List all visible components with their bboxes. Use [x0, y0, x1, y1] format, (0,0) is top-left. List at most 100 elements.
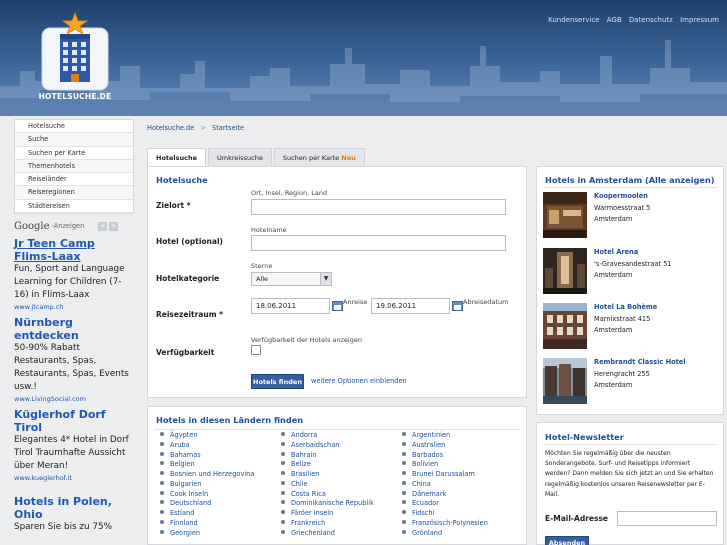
top-link-datenschutz[interactable]: Datenschutz	[629, 16, 673, 24]
country-link[interactable]: Französisch-Polynesien	[402, 519, 488, 529]
hotel-item: Koopermoolen Warmoesstraat 5 Amsterdam	[543, 192, 719, 240]
sidebar-item-suchen-per-karte[interactable]: Suchen per Karte	[15, 146, 133, 160]
email-label: E-Mail-Adresse	[545, 514, 608, 523]
country-link[interactable]: Bahrain	[281, 451, 374, 461]
ads-prev-arrow-icon[interactable]: <	[98, 221, 108, 231]
ad-title[interactable]: Küglerhof Dorf Tirol	[14, 408, 134, 434]
stars-select[interactable]: Alle ▼	[251, 272, 332, 286]
hotel-photo[interactable]	[543, 192, 587, 238]
country-link[interactable]: China	[402, 480, 488, 490]
country-link[interactable]: Estland	[160, 509, 254, 519]
sidebar-item-hotelsuche[interactable]: Hotelsuche	[15, 120, 133, 134]
country-link[interactable]: Bulgarien	[160, 480, 254, 490]
hotel-city: Amsterdam	[594, 381, 633, 389]
arrival-date-input[interactable]: 18.06.2011	[251, 298, 330, 314]
top-link-kundenservice[interactable]: Kundenservice	[548, 16, 599, 24]
country-link[interactable]: Argentinien	[402, 431, 488, 441]
amsterdam-hotels-title[interactable]: Hotels in Amsterdam (Alle anzeigen)	[545, 175, 715, 185]
tab-suchen-per-karte[interactable]: Suchen per Karte Neu	[273, 148, 365, 167]
stars-hint: Sterne	[251, 262, 273, 270]
email-field[interactable]	[617, 511, 717, 526]
hotel-name-hint: Hotelname	[251, 226, 287, 234]
category-label: Hotelkategorie	[156, 274, 220, 283]
breadcrumb-current[interactable]: Startseite	[212, 124, 244, 132]
country-list-title: Hotels in diesen Ländern finden	[156, 415, 304, 425]
country-link[interactable]: Aruba	[160, 441, 254, 451]
ad-url[interactable]: www.kueglerhof.it	[14, 474, 134, 482]
country-link[interactable]: Fidschi	[402, 509, 488, 519]
country-link[interactable]: Bahamas	[160, 451, 254, 461]
find-hotels-button[interactable]: Hotels finden	[251, 374, 304, 389]
ad-text: 50-90% Rabatt Restaurants, Spas, Restaur…	[14, 343, 129, 393]
country-link[interactable]: Dänemark	[402, 490, 488, 500]
site-header: Kundenservice AGB Datenschutz Impressum …	[0, 0, 727, 116]
hotel-name[interactable]: Koopermoolen	[594, 192, 648, 200]
destination-input[interactable]	[251, 199, 506, 215]
hotel-photo[interactable]	[543, 248, 587, 294]
country-link[interactable]: Bolivien	[402, 460, 488, 470]
country-link[interactable]: Ecuador	[402, 499, 488, 509]
ad-title[interactable]: Jr Teen Camp Flims-Laax	[14, 237, 134, 263]
top-link-agb[interactable]: AGB	[607, 16, 622, 24]
country-link[interactable]: Frankreich	[281, 519, 374, 529]
sidebar-item-themenhotels[interactable]: Themenhotels	[15, 159, 133, 174]
country-link[interactable]: Georgien	[160, 529, 254, 539]
ad-title[interactable]: Hotels in Polen, Ohio	[14, 495, 134, 521]
country-link[interactable]: Grönland	[402, 529, 488, 539]
country-link[interactable]: Brunei Darussalam	[402, 470, 488, 480]
more-options-link[interactable]: weitere Optionen einblenden	[311, 377, 407, 385]
sidebar-item-staedtereisen[interactable]: Städtereisen	[15, 199, 133, 214]
country-link[interactable]: Belgien	[160, 460, 254, 470]
country-column: Ägypten Aruba Bahamas Belgien Bosnien und He…	[160, 431, 254, 538]
arrival-label: Anreise	[343, 298, 368, 306]
country-link[interactable]: Bosnien und Herzegovina	[160, 470, 254, 480]
new-badge: Neu	[341, 154, 356, 162]
country-link[interactable]: Griechenland	[281, 529, 374, 539]
country-link[interactable]: Aserbaidschan	[281, 441, 374, 451]
calendar-icon[interactable]	[452, 301, 463, 311]
country-column: Argentinien Australien Barbados Bolivien Bru…	[402, 431, 488, 538]
newsletter-submit-button[interactable]: Absenden	[545, 536, 589, 545]
tab-hotelsuche[interactable]: Hotelsuche	[147, 148, 207, 168]
country-link[interactable]: Costa Rica	[281, 490, 374, 500]
hotel-photo[interactable]	[543, 358, 587, 404]
ad-url[interactable]: www.LivingSocial.com	[14, 395, 134, 403]
departure-date-input[interactable]: 19.06.2011	[371, 298, 450, 314]
ads-next-arrow-icon[interactable]: >	[109, 221, 119, 231]
ad-url[interactable]: www.jtcamp.ch	[14, 303, 134, 311]
hotel-name[interactable]: Hotel La Bohème	[594, 303, 657, 311]
country-link[interactable]: Cook Inseln	[160, 490, 254, 500]
newsletter-title: Hotel-Newsletter	[545, 432, 624, 442]
country-link[interactable]: Ägypten	[160, 431, 254, 441]
hotel-street: Herengracht 255	[594, 370, 650, 378]
hotel-name-input[interactable]	[251, 235, 506, 251]
country-link[interactable]: Barbados	[402, 451, 488, 461]
ad-item: Hotels in Polen, Ohio Sparen Sie bis zu …	[14, 495, 134, 534]
newsletter-box: Hotel-Newsletter Möchten Sie regelmäßig …	[536, 422, 724, 545]
country-link[interactable]: Brasilien	[281, 470, 374, 480]
ad-title[interactable]: Nürnberg entdecken	[14, 316, 134, 342]
sidebar-item-suche[interactable]: Suche	[15, 133, 133, 147]
country-link[interactable]: Färöer Inseln	[281, 509, 374, 519]
tab-umkreissuche[interactable]: Umkreissuche	[208, 148, 272, 167]
chevron-down-icon: ▼	[320, 273, 331, 285]
hotel-name[interactable]: Hotel Arena	[594, 248, 638, 256]
hotel-city: Amsterdam	[594, 326, 633, 334]
calendar-icon[interactable]	[332, 301, 343, 311]
country-link[interactable]: Finnland	[160, 519, 254, 529]
country-link[interactable]: Australien	[402, 441, 488, 451]
country-link[interactable]: Andorra	[281, 431, 374, 441]
breadcrumb-home-link[interactable]: Hotelsuche.de	[147, 124, 194, 132]
country-link[interactable]: Deutschland	[160, 499, 254, 509]
country-link[interactable]: Dominikanische Republik	[281, 499, 374, 509]
country-link[interactable]: Belize	[281, 460, 374, 470]
sidebar-item-reiselaender[interactable]: Reiseländer	[15, 173, 133, 187]
breadcrumb-separator: >	[200, 124, 206, 132]
destination-label: Zielort *	[156, 201, 191, 210]
hotel-photo[interactable]	[543, 303, 587, 349]
hotel-name[interactable]: Rembrandt Classic Hotel	[594, 358, 686, 366]
top-link-impressum[interactable]: Impressum	[680, 16, 719, 24]
country-link[interactable]: Chile	[281, 480, 374, 490]
availability-checkbox[interactable]	[251, 345, 261, 355]
sidebar-item-reiseregionen[interactable]: Reiseregionen	[15, 186, 133, 200]
